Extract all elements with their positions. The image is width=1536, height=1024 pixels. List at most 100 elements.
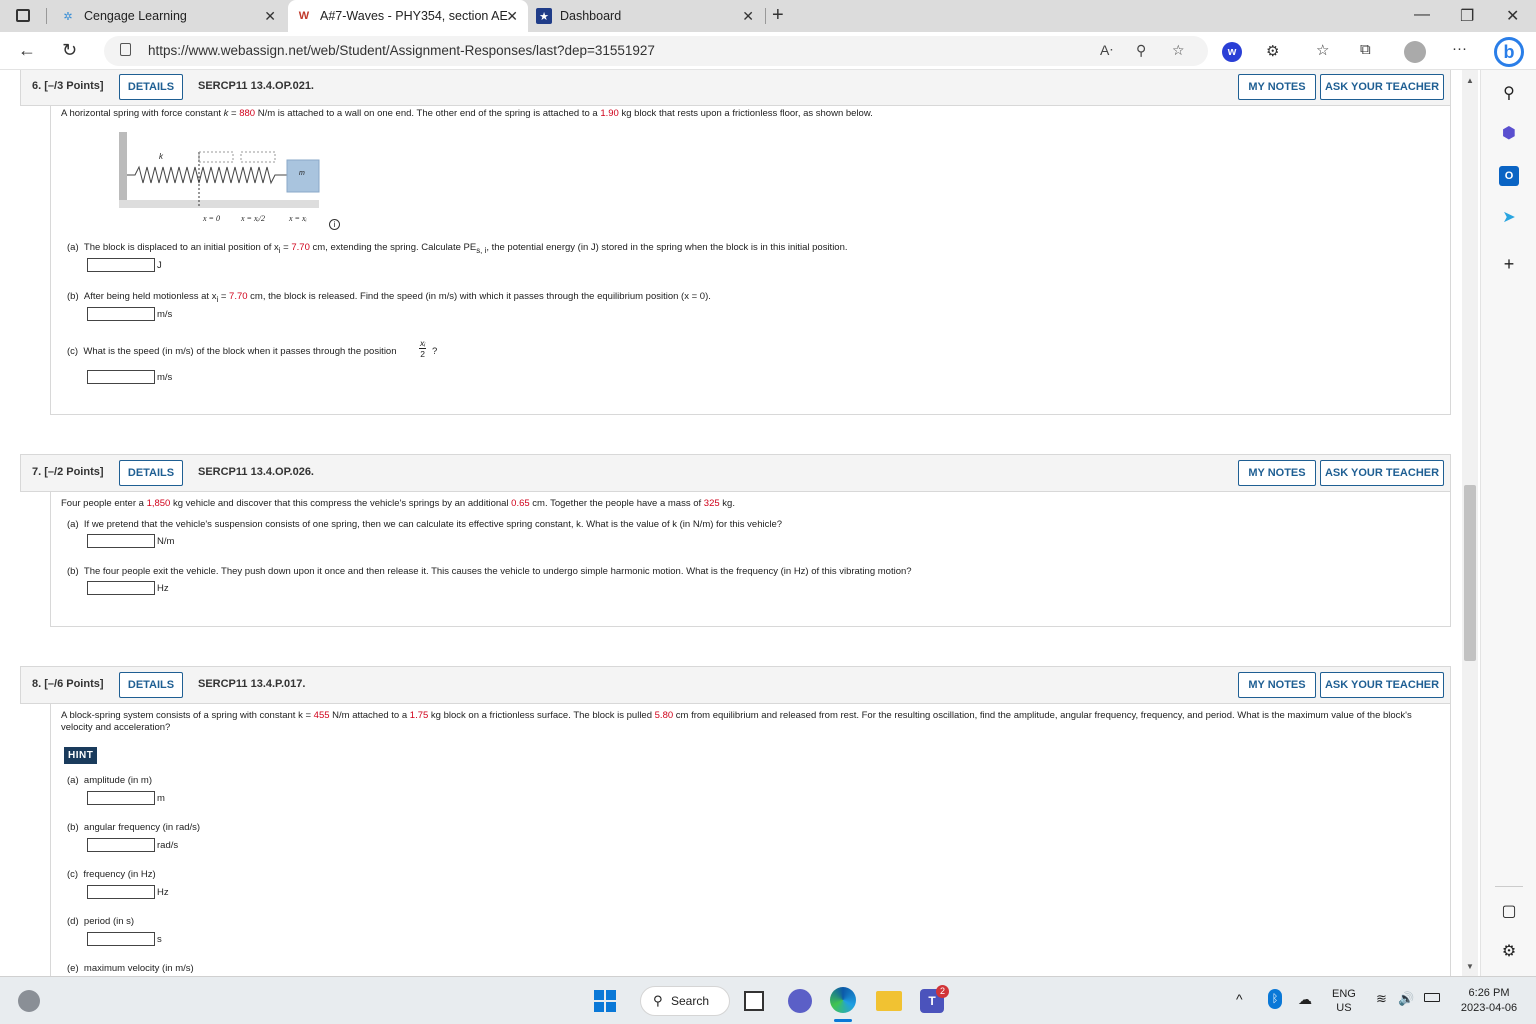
new-tab-icon[interactable]: + xyxy=(772,4,784,27)
part-a-text: (a) amplitude (in m) xyxy=(67,775,153,786)
tab-dashboard[interactable]: ★ Dashboard ✕ xyxy=(530,0,764,32)
avatar[interactable] xyxy=(1404,41,1426,63)
unit-label: Hz xyxy=(157,583,169,594)
scroll-down-icon[interactable]: ▼ xyxy=(1466,962,1474,971)
answer-input-8c[interactable] xyxy=(87,885,155,899)
answer-input-7a[interactable] xyxy=(87,534,155,548)
close-icon[interactable]: ✕ xyxy=(264,8,276,25)
info-icon[interactable]: i xyxy=(329,219,340,230)
more-menu-icon[interactable]: ··· xyxy=(1452,40,1467,57)
search-icon[interactable]: ⚲ xyxy=(1499,84,1519,104)
task-view-icon[interactable] xyxy=(744,991,764,1011)
unit-label: Hz xyxy=(157,887,169,898)
question-mark: ? xyxy=(432,346,438,357)
settings-icon[interactable]: ⚙ xyxy=(1499,942,1519,962)
tab-strip: ✲ Cengage Learning ✕ W A#7-Waves - PHY35… xyxy=(0,0,1536,32)
extensions-icon[interactable]: ⚙ xyxy=(1266,42,1279,60)
webassign-favicon: W xyxy=(298,10,310,22)
back-icon[interactable]: ← xyxy=(18,40,36,61)
windows-start-icon[interactable] xyxy=(594,990,616,1012)
clock[interactable]: 6:26 PM 2023-04-06 xyxy=(1452,986,1526,1016)
tab-actions-icon[interactable] xyxy=(16,9,30,22)
ask-teacher-button[interactable]: ASK YOUR TEACHER xyxy=(1320,74,1444,100)
answer-input-8a[interactable] xyxy=(87,791,155,805)
answer-input-8d[interactable] xyxy=(87,932,155,946)
question-7-body: Four people enter a 1,850 kg vehicle and… xyxy=(50,492,1451,627)
question-number: 6. [–/3 Points] xyxy=(32,80,104,92)
cengage-favicon: ✲ xyxy=(63,10,73,23)
scroll-up-icon[interactable]: ▲ xyxy=(1466,76,1474,85)
office-icon[interactable]: ⬢ xyxy=(1499,124,1519,144)
tab-divider xyxy=(46,8,47,24)
add-favorite-icon[interactable]: ☆ xyxy=(1172,42,1185,59)
part-d-text: (d) period (in s) xyxy=(67,916,135,927)
onedrive-icon[interactable]: ☁ xyxy=(1298,991,1312,1008)
refresh-icon[interactable]: ↻ xyxy=(62,40,77,61)
close-icon[interactable]: ✕ xyxy=(742,8,754,25)
add-app-icon[interactable]: + xyxy=(1499,254,1519,274)
tab-webassign[interactable]: W A#7-Waves - PHY354, section AE ✕ xyxy=(288,0,528,32)
unit-label: m/s xyxy=(157,372,173,383)
telegram-icon[interactable]: ➤ xyxy=(1499,208,1519,228)
unit-label: J xyxy=(157,260,162,271)
part-b-text: (b) The four people exit the vehicle. Th… xyxy=(67,566,912,577)
hide-sidebar-icon[interactable]: ▢ xyxy=(1499,902,1519,922)
wifi-icon[interactable]: ≋ xyxy=(1376,991,1387,1007)
url-text[interactable]: https://www.webassign.net/web/Student/As… xyxy=(148,43,655,58)
edge-sidebar: ⚲ ⬢ O ➤ + ▢ ⚙ xyxy=(1480,70,1536,976)
hint-button[interactable]: HINT xyxy=(64,747,98,764)
part-b-text: (b) After being held motionless at xi = … xyxy=(67,291,711,304)
battery-icon[interactable] xyxy=(1424,993,1440,1002)
answer-input-7b[interactable] xyxy=(87,581,155,595)
collections-icon[interactable]: ⧉ xyxy=(1360,41,1371,58)
scrollbar-thumb[interactable] xyxy=(1464,485,1476,661)
webassign-extension-icon[interactable]: w xyxy=(1222,42,1242,62)
close-icon[interactable]: ✕ xyxy=(506,8,518,25)
edge-browser-icon[interactable] xyxy=(830,987,856,1013)
my-notes-button[interactable]: MY NOTES xyxy=(1238,74,1316,100)
part-a-text: (a) If we pretend that the vehicle's sus… xyxy=(67,519,783,530)
language-indicator[interactable]: ENG US xyxy=(1332,987,1356,1015)
read-aloud-label: A xyxy=(1100,42,1110,58)
address-bar[interactable]: https://www.webassign.net/web/Student/As… xyxy=(104,36,1208,66)
ask-teacher-button[interactable]: ASK YOUR TEACHER xyxy=(1320,672,1444,698)
restore-icon[interactable]: ❐ xyxy=(1460,6,1474,26)
answer-input-6a[interactable] xyxy=(87,258,155,272)
my-notes-button[interactable]: MY NOTES xyxy=(1238,460,1316,486)
part-a-text: (a) The block is displaced to an initial… xyxy=(67,242,848,255)
meet-icon[interactable] xyxy=(788,989,812,1013)
my-notes-button[interactable]: MY NOTES xyxy=(1238,672,1316,698)
outlook-icon[interactable]: O xyxy=(1499,166,1519,186)
question-code: SERCP11 13.4.OP.026. xyxy=(198,466,314,478)
favorites-icon[interactable]: ☆ xyxy=(1316,41,1329,59)
volume-icon[interactable]: 🔊 xyxy=(1398,991,1414,1007)
details-button[interactable]: DETAILS xyxy=(119,672,183,698)
answer-input-8b[interactable] xyxy=(87,838,155,852)
ask-teacher-button[interactable]: ASK YOUR TEACHER xyxy=(1320,460,1444,486)
figure-label-x0: x = 0 xyxy=(203,214,220,223)
details-button[interactable]: DETAILS xyxy=(119,460,183,486)
taskbar-search[interactable]: ⚲ Search xyxy=(640,986,730,1016)
weather-icon[interactable] xyxy=(18,990,40,1012)
tab-title: Dashboard xyxy=(560,9,622,23)
tab-cengage[interactable]: ✲ Cengage Learning ✕ xyxy=(52,0,286,32)
page-content: 6. [–/3 Points] DETAILS SERCP11 13.4.OP.… xyxy=(0,70,1462,976)
fraction-xi-over-2: xᵢ 2 xyxy=(419,338,427,359)
answer-input-6c[interactable] xyxy=(87,370,155,384)
window-close-icon[interactable]: ✕ xyxy=(1506,6,1519,26)
search-icon: ⚲ xyxy=(653,993,663,1008)
figure-label-k: k xyxy=(159,152,163,161)
details-button[interactable]: DETAILS xyxy=(119,74,183,100)
bluetooth-icon[interactable]: ᛒ xyxy=(1268,989,1282,1009)
chevron-up-icon[interactable]: ^ xyxy=(1236,991,1243,1007)
file-explorer-icon[interactable] xyxy=(876,991,902,1011)
read-aloud-icon[interactable]: Aᐧ xyxy=(1100,42,1113,59)
bing-chat-icon[interactable]: b xyxy=(1494,37,1524,67)
question-text: Four people enter a 1,850 kg vehicle and… xyxy=(61,498,735,509)
active-app-indicator xyxy=(834,1019,852,1022)
figure-label-xi: x = xᵢ xyxy=(289,214,307,223)
search-label: Search xyxy=(671,994,710,1008)
zoom-icon[interactable]: ⚲ xyxy=(1136,42,1146,59)
minimize-icon[interactable]: — xyxy=(1414,6,1430,24)
answer-input-6b[interactable] xyxy=(87,307,155,321)
